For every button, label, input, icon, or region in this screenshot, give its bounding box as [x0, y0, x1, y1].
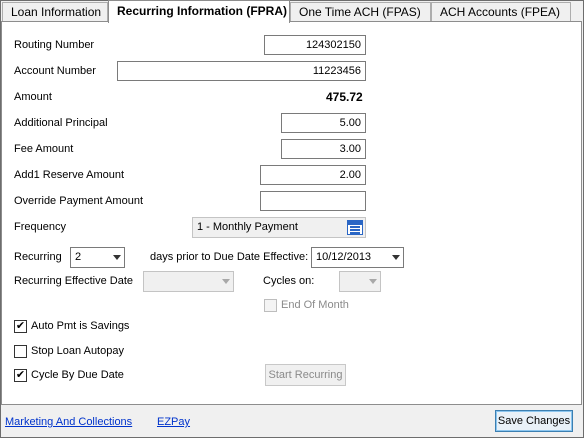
- days-prior-label: days prior to Due Date Effective:: [150, 251, 309, 263]
- save-changes-button[interactable]: Save Changes: [495, 410, 573, 432]
- recurring-days-value: 2: [75, 251, 82, 263]
- addl-reserve-field[interactable]: 2.00: [260, 165, 366, 185]
- tab-recurring-information[interactable]: Recurring Information (FPRA): [108, 0, 290, 23]
- stop-loan-autopay-checkbox[interactable]: [14, 345, 27, 358]
- end-of-month-checkbox[interactable]: [264, 299, 277, 312]
- fee-amount-label: Fee Amount: [14, 143, 74, 155]
- auto-pmt-savings-label: Auto Pmt is Savings: [31, 320, 130, 332]
- addl-reserve-label: Add1 Reserve Amount: [14, 169, 125, 181]
- auto-pmt-savings-checkbox[interactable]: ✔: [14, 320, 27, 333]
- start-recurring-button[interactable]: Start Recurring: [265, 364, 346, 386]
- additional-principal-label: Additional Principal: [14, 117, 108, 129]
- tab-label: Loan Information: [11, 5, 102, 19]
- due-date-effective-value: 10/12/2013: [316, 251, 372, 263]
- account-number-field[interactable]: 11223456: [117, 61, 366, 81]
- routing-number-label: Routing Number: [14, 39, 95, 51]
- recurring-effective-date-label: Recurring Effective Date: [14, 275, 134, 287]
- tab-label: Recurring Information (FPRA): [117, 4, 287, 18]
- amount-label: Amount: [14, 91, 52, 103]
- tab-label: ACH Accounts (FPEA): [440, 5, 561, 19]
- override-payment-label: Override Payment Amount: [14, 195, 144, 207]
- routing-number-field[interactable]: 124302150: [264, 35, 366, 55]
- recurring-days-select[interactable]: 2: [70, 247, 125, 268]
- recurring-effective-date-select[interactable]: [143, 271, 234, 292]
- end-of-month-label: End Of Month: [281, 299, 349, 311]
- tab-label: One Time ACH (FPAS): [299, 5, 421, 19]
- tab-loan-information[interactable]: Loan Information: [2, 2, 108, 22]
- cycles-on-select[interactable]: [339, 271, 381, 292]
- tab-strip: Loan Information Recurring Information (…: [0, 0, 584, 23]
- frequency-label: Frequency: [14, 221, 66, 233]
- chevron-down-icon: [222, 279, 230, 284]
- additional-principal-field[interactable]: 5.00: [281, 113, 366, 133]
- override-payment-field[interactable]: [260, 191, 366, 211]
- chevron-down-icon: [113, 255, 121, 260]
- tab-one-time-ach[interactable]: One Time ACH (FPAS): [290, 2, 431, 22]
- calendar-list-icon[interactable]: [347, 220, 363, 235]
- cycle-by-due-date-label: Cycle By Due Date: [31, 369, 124, 381]
- ezpay-link[interactable]: EZPay: [157, 416, 190, 428]
- tab-ach-accounts[interactable]: ACH Accounts (FPEA): [431, 2, 571, 22]
- marketing-and-collections-link[interactable]: Marketing And Collections: [5, 416, 132, 428]
- frequency-value: 1 - Monthly Payment: [197, 221, 298, 233]
- cycle-by-due-date-checkbox[interactable]: ✔: [14, 369, 27, 382]
- recurring-label: Recurring: [14, 251, 62, 263]
- amount-value: 475.72: [326, 90, 363, 104]
- frequency-field[interactable]: 1 - Monthly Payment: [192, 217, 366, 238]
- chevron-down-icon: [369, 279, 377, 284]
- cycles-on-label: Cycles on:: [263, 275, 315, 287]
- chevron-down-icon: [392, 255, 400, 260]
- fee-amount-field[interactable]: 3.00: [281, 139, 366, 159]
- account-number-label: Account Number: [14, 65, 96, 77]
- due-date-effective-select[interactable]: 10/12/2013: [311, 247, 404, 268]
- stop-loan-autopay-label: Stop Loan Autopay: [31, 345, 124, 357]
